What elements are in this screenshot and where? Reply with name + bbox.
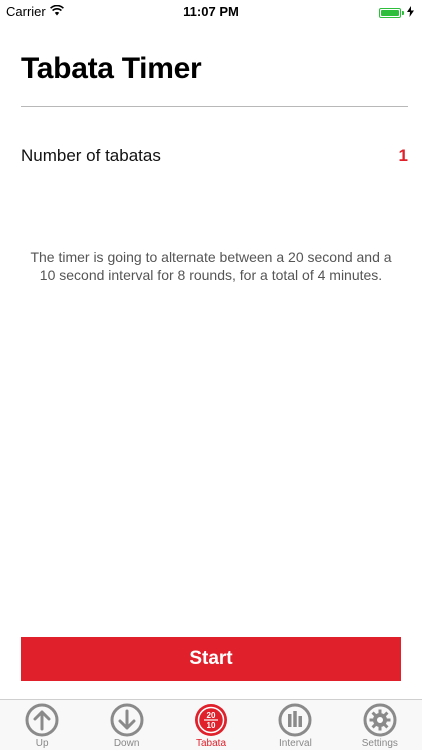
timer-description: The timer is going to alternate between … — [30, 249, 392, 283]
interval-bars-icon — [278, 703, 312, 737]
gear-icon — [363, 703, 397, 737]
number-of-tabatas-value[interactable]: 1 — [399, 146, 408, 166]
number-of-tabatas-label: Number of tabatas — [21, 146, 161, 165]
page-title: Tabata Timer — [21, 52, 202, 85]
tab-bar: Up Down 20 10 Tabata Interval Settings — [0, 699, 422, 750]
tab-label-down: Down — [113, 738, 140, 749]
tab-label-interval: Interval — [279, 738, 312, 749]
battery-cap — [402, 10, 404, 15]
tab-up[interactable]: Up — [0, 700, 84, 750]
status-bar: Carrier 11:07 PM — [0, 0, 422, 22]
status-right — [379, 5, 414, 20]
number-of-tabatas-row[interactable]: Number of tabatas 1 — [21, 144, 408, 168]
arrow-up-icon — [25, 703, 59, 737]
battery-icon — [379, 7, 401, 18]
tab-label-up: Up — [35, 738, 49, 749]
tab-label-tabata: Tabata — [196, 738, 227, 749]
tab-tabata[interactable]: 20 10 Tabata — [169, 700, 253, 750]
charging-bolt-icon — [407, 5, 414, 20]
tab-interval[interactable]: Interval — [253, 700, 337, 750]
tabata-icon-top: 20 — [207, 711, 216, 720]
tabata-icon: 20 10 — [195, 704, 228, 736]
start-button[interactable]: Start — [21, 637, 401, 681]
arrow-down-icon — [110, 703, 144, 737]
tab-label-settings: Settings — [361, 738, 398, 749]
tab-settings[interactable]: Settings — [338, 700, 422, 750]
tabata-icon-bottom: 10 — [207, 721, 216, 730]
title-divider — [21, 106, 408, 107]
tab-down[interactable]: Down — [84, 700, 168, 750]
status-time: 11:07 PM — [183, 4, 239, 19]
